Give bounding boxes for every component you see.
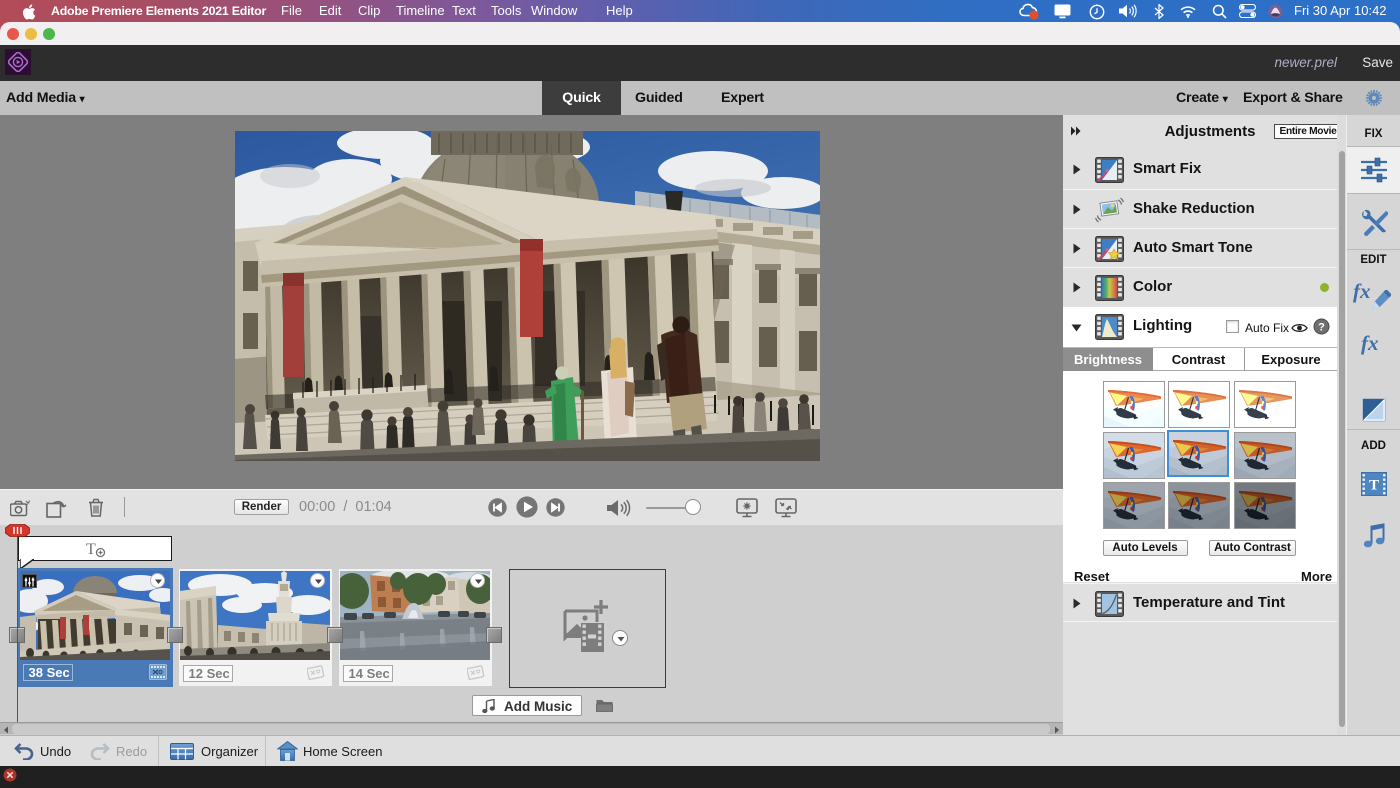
svg-text:T: T	[1369, 478, 1379, 494]
svg-text:T: T	[86, 541, 96, 558]
svg-text:?: ?	[1318, 322, 1325, 334]
